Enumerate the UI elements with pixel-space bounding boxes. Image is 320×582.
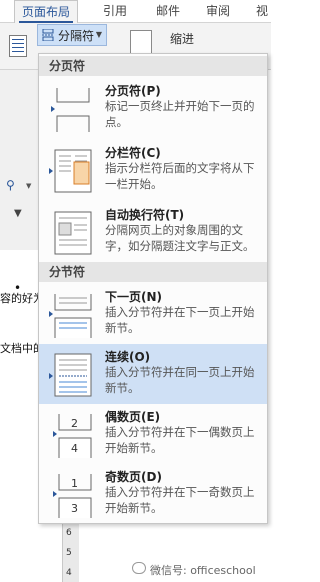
tab-references[interactable]: 引用	[98, 0, 132, 22]
svg-text:4: 4	[71, 442, 78, 455]
menu-item-even-page[interactable]: 2 4 偶数页(E) 插入分节符并在下一偶数页上开始新节。	[39, 404, 267, 464]
breaks-label: 分隔符	[58, 29, 95, 43]
breaks-icon	[42, 29, 54, 41]
menu-item-text-wrapping[interactable]: 自动换行符(T) 分隔网页上的对象周围的文字，如分隔题注文字与正文。	[39, 202, 267, 262]
menu-item-title: 分栏符(C)	[105, 146, 161, 160]
menu-item-next-page[interactable]: 下一页(N) 插入分节符并在下一页上开始新节。	[39, 284, 267, 344]
tab-label: 页面布局	[21, 5, 70, 19]
ribbon-tab-bar: 页面布局 引用 邮件 审阅 视	[0, 0, 271, 23]
menu-item-desc: 插入分节符并在同一页上开始新节。	[105, 365, 255, 395]
collapse-arrow-icon[interactable]: ▼	[14, 208, 22, 219]
menu-item-desc: 标记一页终止并开始下一页的点。	[105, 99, 255, 129]
breaks-button[interactable]: 分隔符 ▼	[37, 24, 107, 46]
section-breaks-header: 分节符	[39, 262, 267, 282]
breaks-dropdown-menu: 分页符 分页符(P) 标记一页终止并开始下一页的点。 分栏符(C) 指示分栏符后…	[38, 53, 268, 524]
tab-mailings[interactable]: 邮件	[150, 0, 186, 22]
document-text-line: 文档中的	[0, 342, 38, 355]
menu-item-desc: 指示分栏符后面的文字将从下一栏开始。	[105, 161, 255, 191]
odd-page-icon: 1 3	[53, 474, 92, 518]
wechat-icon	[132, 562, 146, 574]
continuous-icon	[49, 353, 92, 397]
tab-label: 审阅	[205, 4, 230, 18]
column-break-icon	[49, 149, 92, 193]
menu-item-desc: 插入分节符并在下一页上开始新节。	[105, 305, 255, 335]
tab-page-layout[interactable]: 页面布局	[14, 0, 78, 23]
menu-item-page-break[interactable]: 分页符(P) 标记一页终止并开始下一页的点。	[39, 78, 267, 138]
tab-label: 邮件	[155, 4, 180, 18]
menu-item-title: 自动换行符(T)	[105, 208, 185, 222]
tab-label: 引用	[102, 4, 127, 18]
menu-item-desc: 插入分节符并在下一偶数页上开始新节。	[105, 425, 255, 455]
even-page-icon: 2 4	[53, 414, 92, 458]
ruler-mark: 6	[66, 528, 72, 538]
svg-text:3: 3	[71, 502, 78, 515]
chevron-down-icon[interactable]: ▼	[26, 182, 31, 190]
menu-item-desc: 插入分节符并在下一奇数页上开始新节。	[105, 485, 255, 515]
search-icon[interactable]: ⚲	[6, 178, 15, 192]
text-wrapping-icon	[54, 211, 92, 255]
menu-item-title: 连续(O)	[105, 350, 151, 364]
tab-review[interactable]: 审阅	[200, 0, 236, 22]
vertical-ruler: 6 5 4	[62, 524, 79, 582]
menu-item-title: 偶数页(E)	[105, 410, 161, 424]
document-text-line: 容的好为	[0, 292, 38, 305]
menu-item-desc: 分隔网页上的对象周围的文字，如分隔题注文字与正文。	[105, 223, 255, 253]
watermark-text: 微信号: officeschool	[150, 564, 256, 577]
chevron-down-icon: ▼	[95, 30, 102, 39]
menu-item-odd-page[interactable]: 1 3 奇数页(D) 插入分节符并在下一奇数页上开始新节。	[39, 464, 267, 524]
svg-text:2: 2	[71, 417, 78, 430]
page-breaks-header: 分页符	[39, 56, 267, 76]
ruler-mark: 4	[66, 568, 72, 578]
page-break-icon	[51, 88, 90, 132]
tab-label: 视	[255, 4, 268, 18]
menu-item-column-break[interactable]: 分栏符(C) 指示分栏符后面的文字将从下一栏开始。	[39, 140, 267, 200]
ruler-mark: 5	[66, 548, 72, 558]
indent-label: 缩进	[170, 32, 195, 46]
menu-item-title: 奇数页(D)	[105, 470, 162, 484]
tab-view[interactable]: 视	[252, 0, 272, 22]
next-page-icon	[49, 294, 92, 338]
menu-item-title: 下一页(N)	[105, 290, 163, 304]
menu-item-continuous[interactable]: 连续(O) 插入分节符并在同一页上开始新节。	[39, 344, 267, 404]
columns-icon	[9, 35, 27, 57]
menu-item-title: 分页符(P)	[105, 84, 161, 98]
svg-text:1: 1	[71, 477, 78, 490]
